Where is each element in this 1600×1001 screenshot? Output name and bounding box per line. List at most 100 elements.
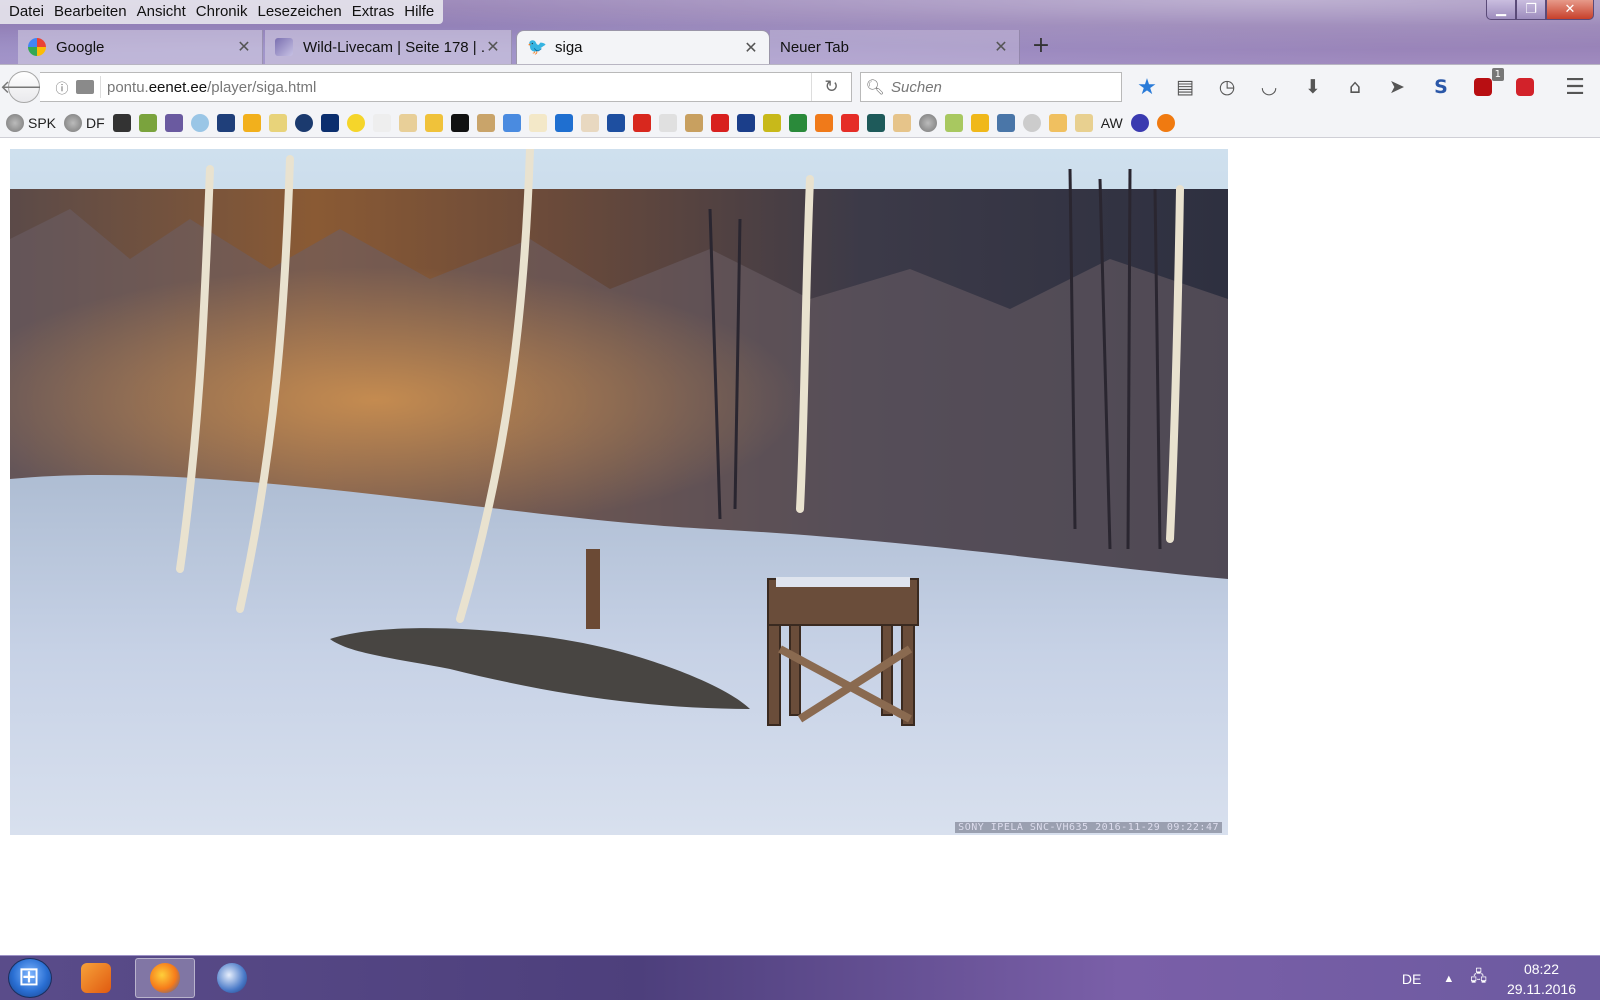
bookmark-favicon-9[interactable]	[320, 113, 339, 132]
bookmark-favicon-21[interactable]	[632, 113, 651, 132]
extension-red-icon[interactable]	[1512, 74, 1538, 100]
bookmark-favicon-31[interactable]	[892, 113, 911, 132]
history-icon[interactable]: ◷	[1214, 74, 1240, 100]
bookmark-favicon-11[interactable]	[372, 113, 391, 132]
bookmark-favicon-8[interactable]	[294, 113, 313, 132]
show-hidden-icons-icon[interactable]: ▲	[1443, 973, 1454, 985]
bookmark-favicon-37[interactable]	[1048, 113, 1067, 132]
taskbar-thunderbird[interactable]	[202, 958, 262, 998]
forum-icon	[275, 38, 293, 56]
menu-hilfe[interactable]: Hilfe	[399, 0, 439, 24]
close-window-button[interactable]: ✕	[1546, 0, 1594, 20]
url-text[interactable]: pontu.eenet.ee/player/siga.html	[107, 79, 811, 96]
bookmark-favicon-27[interactable]	[788, 113, 807, 132]
bookmark-favicon-1[interactable]	[112, 113, 131, 132]
skype-icon[interactable]: S	[1428, 74, 1454, 100]
hamburger-menu-icon[interactable]: ☰	[1562, 74, 1588, 100]
bookmark-favicon-29[interactable]	[840, 113, 859, 132]
bookmark-favicon-32[interactable]	[918, 113, 937, 132]
clock-date: 29.11.2016	[1506, 980, 1576, 997]
language-indicator[interactable]: DE	[1402, 971, 1421, 987]
webcam-timestamp: SONY IPELA SNC-VH635 2016-11-29 09:22:47	[955, 822, 1222, 833]
bookmark-favicon-33[interactable]	[944, 113, 963, 132]
site-icon	[398, 113, 417, 132]
menu-extras[interactable]: Extras	[347, 0, 400, 24]
bookmark-favicon-7[interactable]	[268, 113, 287, 132]
bookmark-favicon-26[interactable]	[762, 113, 781, 132]
bookmark-favicon-3[interactable]	[164, 113, 183, 132]
bookmark-df[interactable]: DF	[64, 113, 105, 132]
send-icon[interactable]: ➤	[1384, 74, 1410, 100]
bookmark-favicon-40[interactable]	[1156, 113, 1175, 132]
menu-lesezeichen[interactable]: Lesezeichen	[252, 0, 346, 24]
bookmark-star-icon[interactable]: ★	[1134, 74, 1160, 100]
restore-icon: ❐	[1525, 2, 1537, 17]
bookmark-favicon-22[interactable]	[658, 113, 677, 132]
tab-close-icon[interactable]: ✕	[485, 37, 501, 57]
bookmark-favicon-16[interactable]	[502, 113, 521, 132]
tab-wild-livecam[interactable]: Wild-Livecam | Seite 178 | ... ✕	[265, 30, 512, 64]
ublock-icon[interactable]: 1	[1470, 68, 1504, 100]
bookmark-favicon-4[interactable]	[190, 113, 209, 132]
network-icon[interactable]: 🖧	[1470, 966, 1487, 991]
wikipedia-icon	[372, 113, 391, 132]
clock[interactable]: 08:22 29.11.2016	[1507, 959, 1576, 999]
bookmark-favicon-5[interactable]	[216, 113, 235, 132]
site-icon	[944, 113, 963, 132]
bookmarks-menu-icon[interactable]: ▤	[1172, 74, 1198, 100]
back-button[interactable]: 🡐	[0, 71, 48, 103]
bookmark-spk[interactable]: SPK	[6, 113, 56, 132]
taskbar-media-player[interactable]	[66, 958, 126, 998]
webcam-video[interactable]: SONY IPELA SNC-VH635 2016-11-29 09:22:47	[10, 149, 1228, 835]
menu-ansicht[interactable]: Ansicht	[132, 0, 191, 24]
bookmark-favicon-20[interactable]	[606, 113, 625, 132]
bookmark-favicon-34[interactable]	[970, 113, 989, 132]
bookmark-favicon-2[interactable]	[138, 113, 157, 132]
minimize-button[interactable]: ▁	[1486, 0, 1516, 20]
search-bar[interactable]: 🔍︎	[860, 72, 1122, 102]
bookmark-favicon-17[interactable]	[528, 113, 547, 132]
navigation-toolbar: 🡐 ⓘ pontu.eenet.ee/player/siga.html ↻ 🔍︎…	[0, 64, 1600, 108]
site-icon	[866, 113, 885, 132]
bookmark-favicon-6[interactable]	[242, 113, 261, 132]
bookmark-favicon-23[interactable]	[684, 113, 703, 132]
menu-chronik[interactable]: Chronik	[191, 0, 253, 24]
bookmark-favicon-25[interactable]	[736, 113, 755, 132]
bookmark-favicon-38[interactable]	[1074, 113, 1093, 132]
taskbar-firefox[interactable]	[135, 958, 195, 998]
bookmark-favicon-28[interactable]	[814, 113, 833, 132]
download-icon[interactable]: ⬇	[1300, 74, 1326, 100]
bookmark-favicon-18[interactable]	[554, 113, 573, 132]
bookmark-favicon-13[interactable]	[424, 113, 443, 132]
tab-close-icon[interactable]: ✕	[743, 38, 759, 58]
pocket-icon[interactable]: ◡	[1256, 74, 1282, 100]
start-button[interactable]	[8, 958, 52, 998]
bookmark-favicon-19[interactable]	[580, 113, 599, 132]
tab-neuer-tab[interactable]: Neuer Tab ✕	[770, 30, 1020, 64]
info-orange-icon	[1156, 113, 1175, 132]
bookmark-favicon-36[interactable]	[1022, 113, 1041, 132]
info-icon[interactable]: ⓘ	[52, 78, 72, 97]
menu-bearbeiten[interactable]: Bearbeiten	[49, 0, 132, 24]
tab-google[interactable]: Google ✕	[18, 30, 263, 64]
home-icon[interactable]: ⌂	[1342, 74, 1368, 100]
bookmark-favicon-39[interactable]	[1130, 113, 1149, 132]
url-bar[interactable]: ⓘ pontu.eenet.ee/player/siga.html ↻	[40, 72, 852, 102]
bookmark-favicon-14[interactable]	[450, 113, 469, 132]
bookmark-favicon-24[interactable]	[710, 113, 729, 132]
tab-siga[interactable]: 🐦 siga ✕	[516, 30, 770, 64]
bookmark-favicon-12[interactable]	[398, 113, 417, 132]
maximize-button[interactable]: ❐	[1516, 0, 1546, 20]
new-tab-button[interactable]: +	[1028, 34, 1054, 60]
bookmark-favicon-15[interactable]	[476, 113, 495, 132]
tab-close-icon[interactable]: ✕	[236, 37, 252, 57]
bookmark-favicon-30[interactable]	[866, 113, 885, 132]
reload-button[interactable]: ↻	[811, 73, 851, 101]
search-input[interactable]	[889, 77, 1109, 97]
menu-datei[interactable]: Datei	[4, 0, 49, 24]
site-icon	[892, 113, 911, 132]
bookmark-aw[interactable]: AW	[1101, 115, 1123, 131]
bookmark-favicon-35[interactable]	[996, 113, 1015, 132]
tab-close-icon[interactable]: ✕	[993, 37, 1009, 57]
bookmark-favicon-10[interactable]	[346, 113, 365, 132]
